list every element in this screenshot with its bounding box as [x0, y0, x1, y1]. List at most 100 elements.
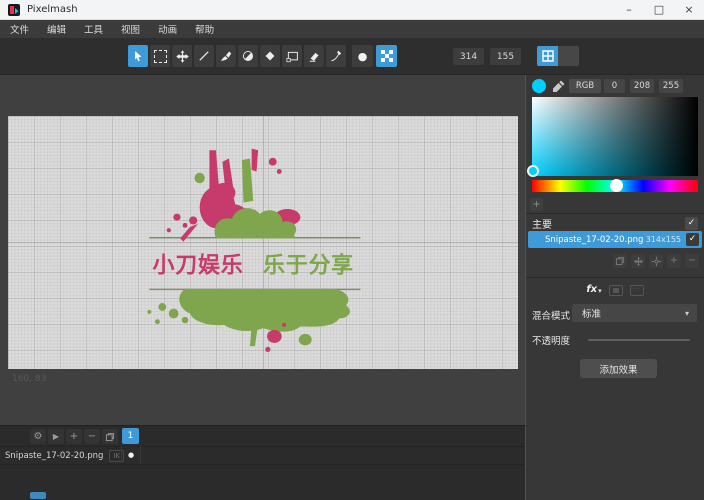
duplicate-layer-button[interactable] — [613, 254, 627, 268]
panel-divider — [526, 213, 704, 214]
circle-icon: ● — [358, 51, 368, 62]
hue-slider-handle[interactable] — [610, 179, 623, 192]
timeline-play-button[interactable]: ▶ — [48, 429, 64, 444]
timeline-scrollbar[interactable] — [30, 492, 46, 499]
layer-size-badge: 314x155 — [646, 235, 681, 244]
chevron-down-icon: ▾ — [598, 287, 602, 295]
pen-tool[interactable] — [326, 45, 346, 67]
saturation-value-handle[interactable] — [527, 165, 539, 177]
fill-tool[interactable] — [260, 45, 280, 67]
brush-icon — [219, 49, 233, 63]
diamond-icon — [263, 49, 277, 63]
saturation-value-picker[interactable] — [532, 97, 698, 176]
overlay-toggle-button[interactable] — [558, 46, 579, 66]
tool-group — [128, 45, 346, 67]
anchor-icon — [651, 256, 662, 267]
duplicate-icon — [105, 432, 115, 442]
opacity-label: 不透明度 — [532, 333, 570, 347]
layer-group-row[interactable]: 主要 ✓ — [532, 216, 698, 230]
grid-toggle-button[interactable] — [537, 46, 558, 66]
tab-more[interactable]: ··· — [630, 285, 644, 296]
app-logo-icon — [8, 4, 20, 16]
current-color-swatch[interactable] — [532, 79, 546, 93]
layer-visibility-checkbox[interactable]: ✓ — [686, 233, 699, 246]
tab-transform[interactable] — [609, 285, 623, 296]
splatter-artwork: 小刀娱乐 乐于分享 — [8, 116, 518, 369]
eraser-icon — [307, 49, 321, 63]
move-icon — [633, 256, 644, 267]
layer-group-label: 主要 — [532, 216, 552, 231]
select-tool[interactable] — [128, 45, 148, 67]
menu-view[interactable]: 视图 — [117, 22, 144, 36]
line-tool[interactable] — [194, 45, 214, 67]
timeline-remove-frame-button[interactable]: − — [84, 429, 100, 444]
blend-mode-dropdown[interactable]: 标准 ▾ — [572, 304, 697, 322]
move-layer-button[interactable] — [631, 254, 645, 268]
window-title: Pixelmash — [27, 4, 78, 15]
canvas-region: 小刀娱乐 乐于分享 160, 83 — [0, 75, 526, 425]
dither-toggle-button[interactable] — [376, 45, 397, 67]
eyedropper-icon[interactable] — [552, 79, 566, 93]
rectangle-icon — [285, 49, 300, 64]
cursor-coordinates: 160, 83 — [12, 374, 46, 384]
close-button[interactable]: × — [674, 0, 704, 19]
layer-name: Snipaste_17-02-20.png — [545, 235, 643, 245]
color-r-field[interactable]: 0 — [604, 79, 625, 93]
menu-edit[interactable]: 编辑 — [43, 22, 70, 36]
rectangle-tool[interactable] — [282, 45, 302, 67]
color-g-field[interactable]: 208 — [630, 79, 654, 93]
add-effect-button[interactable]: 添加效果 — [580, 359, 657, 378]
menu-tools[interactable]: 工具 — [80, 22, 107, 36]
canvas-column: 小刀娱乐 乐于分享 160, 83 ⚙ ▶ + − — [0, 75, 526, 500]
toolbar: ● 314 155 — [0, 38, 704, 75]
hue-slider[interactable] — [532, 180, 698, 192]
color-b-field[interactable]: 255 — [659, 79, 683, 93]
move-icon — [175, 49, 190, 64]
layer-row-selected[interactable]: Snipaste_17-02-20.png 314x155 ✓ — [528, 231, 702, 248]
pixelmash-window: Pixelmash – □ × 文件 编辑 工具 视图 动画 帮助 — [0, 0, 704, 500]
right-panel: RGB 0 208 255 + 主要 ✓ Snipaste_17-02-20.p… — [526, 75, 704, 500]
timeline-add-frame-button[interactable]: + — [66, 429, 82, 444]
menu-animation[interactable]: 动画 — [154, 22, 181, 36]
opacity-slider[interactable] — [588, 339, 690, 341]
layer-anchor-button[interactable] — [649, 254, 663, 268]
minimize-button[interactable]: – — [614, 0, 644, 19]
add-swatch-button[interactable]: + — [530, 198, 543, 211]
group-visibility-checkbox[interactable]: ✓ — [685, 217, 698, 230]
add-layer-button[interactable]: + — [667, 254, 681, 268]
canvas-height-field[interactable]: 155 — [490, 48, 521, 65]
keyframe-dot-icon: ● — [128, 451, 134, 459]
art-text-left: 小刀娱乐 — [153, 254, 244, 279]
dither-icon — [381, 50, 393, 62]
brush-shape-button[interactable]: ● — [352, 45, 373, 67]
transform-icon — [613, 288, 619, 293]
brush-tool[interactable] — [216, 45, 236, 67]
duplicate-icon — [615, 256, 625, 266]
layer-actions: + − — [613, 254, 699, 268]
grid-icon — [542, 50, 554, 62]
fx-icon: fx — [586, 285, 597, 295]
window-controls: – □ × — [614, 0, 704, 19]
chevron-down-icon: ▾ — [685, 309, 689, 318]
pixel-canvas[interactable]: 小刀娱乐 乐于分享 — [8, 116, 518, 369]
maximize-button[interactable]: □ — [644, 0, 674, 19]
menu-file[interactable]: 文件 — [6, 22, 33, 36]
remove-layer-button[interactable]: − — [685, 254, 699, 268]
color-mode-button[interactable]: RGB — [569, 79, 601, 93]
menubar: 文件 编辑 工具 视图 动画 帮助 — [0, 20, 704, 38]
menu-help[interactable]: 帮助 — [191, 22, 218, 36]
timeline-settings-button[interactable]: ⚙ — [30, 429, 46, 444]
timeline-toolbar: ⚙ ▶ + − — [30, 429, 118, 444]
timeline-duplicate-frame-button[interactable] — [102, 429, 118, 444]
shade-tool[interactable] — [238, 45, 258, 67]
marquee-tool[interactable] — [150, 45, 170, 67]
marquee-icon — [154, 50, 167, 63]
canvas-width-field[interactable]: 314 — [453, 48, 484, 65]
eraser-tool[interactable] — [304, 45, 324, 67]
frame-1-button[interactable]: 1 — [122, 428, 139, 444]
blend-mode-value: 标准 — [582, 306, 601, 320]
keyframe-cell[interactable]: ● — [121, 446, 141, 463]
tab-effects[interactable]: fx ▾ — [586, 285, 601, 295]
move-tool[interactable] — [172, 45, 192, 67]
timeline-layer-row[interactable]: Snipaste_17-02-20.png IK ● — [0, 446, 525, 465]
